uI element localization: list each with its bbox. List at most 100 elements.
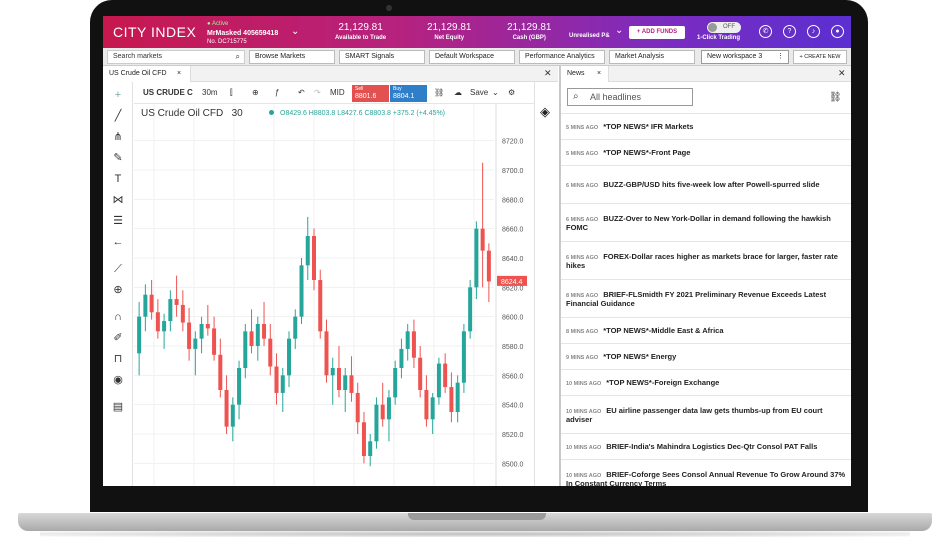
candle	[361, 412, 366, 464]
save-button[interactable]: Save	[470, 86, 488, 100]
function-icon[interactable]: ƒ	[275, 86, 279, 100]
ohlc-readout: O8429.6 H8803.8 L8427.6 C8803.8 +375.2 (…	[269, 110, 445, 117]
chevron-down-icon[interactable]: ⌄	[615, 25, 623, 36]
workspace-tab[interactable]: Browse Markets	[249, 50, 335, 64]
news-item[interactable]: 8 MINS AGO BRIEF-FLSmidth FY 2021 Prelimi…	[561, 279, 851, 317]
zoom-in-icon[interactable]: ⊕	[111, 283, 125, 297]
chevron-down-icon[interactable]: ⌄	[291, 26, 299, 37]
notifications-icon[interactable]: ♪	[807, 25, 820, 38]
workspace-tab[interactable]: Default Workspace	[429, 50, 515, 64]
metric-label: Unrealised P&	[569, 33, 610, 39]
news-headline: EU airline passenger data law gets thumb…	[566, 405, 823, 424]
y-tick-label: 8580.0	[502, 344, 524, 351]
candle	[305, 216, 310, 280]
interval-selector[interactable]: 30m	[202, 86, 218, 100]
news-item[interactable]: 10 MINS AGO BRIEF-India's Mahindra Logist…	[561, 433, 851, 459]
news-headline: BUZZ-Over to New York-Dollar in demand f…	[566, 213, 831, 232]
chevron-down-icon[interactable]: ⌄	[492, 86, 499, 100]
create-new-button[interactable]: + CREATE NEW	[793, 50, 847, 64]
candle-body	[343, 375, 348, 390]
indicators-icon[interactable]: ⊕	[252, 86, 259, 100]
pitchfork-icon[interactable]: ⋔	[111, 130, 125, 144]
symbol-selector[interactable]: US CRUDE C	[143, 86, 193, 100]
eye-icon[interactable]: ◉	[111, 373, 125, 387]
magnet-icon[interactable]: ∩	[111, 310, 125, 324]
add-funds-button[interactable]: + ADD FUNDS	[629, 26, 685, 39]
candle-body	[305, 236, 310, 266]
close-icon[interactable]: ×	[597, 66, 601, 82]
sell-label: Sell	[355, 86, 364, 92]
close-icon[interactable]: ✕	[838, 68, 846, 79]
sell-button[interactable]: Sell 8801.6	[352, 85, 389, 102]
candle-body	[255, 324, 260, 346]
unlock-icon[interactable]: ⊓	[111, 352, 125, 366]
candle	[399, 338, 404, 379]
news-item[interactable]: 9 MINS AGO *TOP NEWS* Energy	[561, 343, 851, 369]
candle	[461, 324, 466, 393]
buy-button[interactable]: Buy 8804.1	[390, 85, 427, 102]
news-item[interactable]: 6 MINS AGO BUZZ-GBP/USD hits five-week lo…	[561, 165, 851, 203]
link-icon[interactable]: ⛓	[434, 86, 444, 100]
settings-icon[interactable]: ⚙	[508, 86, 515, 100]
y-tick-label: 8660.0	[502, 227, 524, 234]
lock-drawing-icon[interactable]: ✐	[111, 331, 125, 345]
market-search-input[interactable]: Search markets ⌕	[107, 50, 245, 64]
candle-body	[399, 348, 404, 368]
candle-body	[393, 368, 398, 398]
candle-body	[349, 375, 354, 393]
legend-name: US Crude Oil CFD	[141, 108, 224, 119]
news-item[interactable]: 8 MINS AGO *TOP NEWS*-Middle East & Afric…	[561, 317, 851, 343]
tab-news[interactable]: News ×	[561, 66, 609, 82]
ruler-icon[interactable]: ⟋	[111, 262, 125, 276]
candle-body	[287, 338, 292, 376]
close-icon[interactable]: ✕	[544, 68, 552, 79]
candle	[349, 356, 354, 402]
user-icon[interactable]: ●	[831, 25, 844, 38]
link-icon[interactable]: ⛓	[829, 92, 842, 103]
candle-type-icon[interactable]: ⫿	[230, 86, 233, 100]
workspace-tab[interactable]: SMART Signals	[339, 50, 425, 64]
text-icon[interactable]: T	[111, 172, 125, 186]
y-tick-label: 8520.0	[502, 432, 524, 439]
news-item[interactable]: 6 MINS AGO FOREX-Dollar races higher as m…	[561, 241, 851, 279]
workspace-tab-active[interactable]: New workspace 3 ⋮	[701, 50, 789, 64]
close-icon[interactable]: ×	[177, 66, 181, 82]
account-switcher[interactable]: ● Active MrMasked 405659418 No. DC715775	[207, 20, 278, 47]
pattern-icon[interactable]: ⋈	[111, 193, 125, 207]
news-item[interactable]: 10 MINS AGO BRIEF-Coforge Sees Consol Ann…	[561, 459, 851, 486]
price-chart[interactable]: 8720.0 8700.0 8680.0 8660.0 8640.0 8620.0 8600…	[134, 104, 534, 486]
news-time: 8 MINS AGO	[566, 329, 599, 335]
news-item[interactable]: 5 MINS AGO *TOP NEWS*-Front Page	[561, 139, 851, 165]
candle-body	[368, 441, 373, 456]
candle	[374, 397, 379, 449]
projection-icon[interactable]: ☰	[111, 214, 125, 228]
news-item[interactable]: 5 MINS AGO *TOP NEWS* IFR Markets	[561, 113, 851, 139]
brush-icon[interactable]: ✎	[111, 151, 125, 165]
redo-icon[interactable]: ↷	[314, 86, 321, 100]
trash-icon[interactable]: ▤	[111, 400, 125, 414]
layers-icon[interactable]: ◈	[540, 104, 550, 120]
help-icon[interactable]: ?	[783, 25, 796, 38]
workspace-tab[interactable]: Market Analysis	[609, 50, 695, 64]
news-list: 5 MINS AGO *TOP NEWS* IFR Markets 5 MINS A…	[561, 113, 851, 486]
cloud-icon[interactable]: ☁	[454, 86, 462, 100]
tab-chart[interactable]: US Crude Oil CFD ×	[103, 66, 191, 82]
undo-icon[interactable]: ↶	[298, 86, 305, 100]
news-item[interactable]: 6 MINS AGO BUZZ-Over to New York-Dollar i…	[561, 203, 851, 241]
headline-search-input[interactable]: ⌕ All headlines	[567, 88, 693, 106]
phone-icon[interactable]: ✆	[759, 25, 772, 38]
candle	[243, 324, 248, 379]
candle-body	[424, 390, 429, 420]
news-item[interactable]: 10 MINS AGO EU airline passenger data law…	[561, 395, 851, 433]
trendline-icon[interactable]: ╱	[111, 109, 125, 123]
news-headline: *TOP NEWS* IFR Markets	[603, 122, 694, 131]
one-click-toggle[interactable]: OFF	[707, 22, 741, 33]
candle	[293, 309, 298, 349]
more-icon[interactable]: ⋮	[777, 51, 784, 63]
mid-price[interactable]: MID	[330, 86, 345, 100]
arrow-left-icon[interactable]: ←	[111, 235, 125, 249]
news-item[interactable]: 10 MINS AGO *TOP NEWS*-Foreign Exchange	[561, 369, 851, 395]
crosshair-icon[interactable]: +	[111, 88, 125, 102]
workspace-tab[interactable]: Performance Analytics	[519, 50, 605, 64]
candle-body	[293, 316, 298, 339]
